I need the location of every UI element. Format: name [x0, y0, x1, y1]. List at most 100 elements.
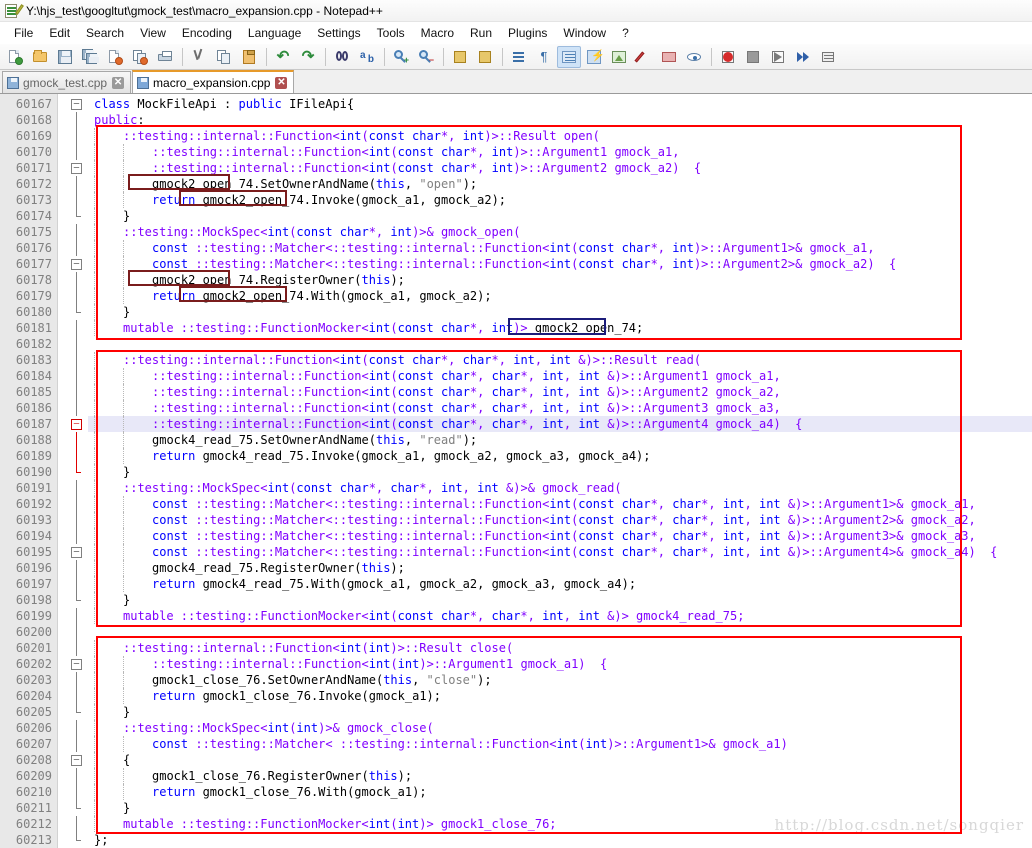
- fold-marker[interactable]: [68, 144, 88, 160]
- fold-marker[interactable]: [68, 224, 88, 240]
- fold-marker[interactable]: [68, 128, 88, 144]
- fold-marker[interactable]: [68, 704, 88, 720]
- bookmark-slot[interactable]: [58, 512, 68, 528]
- fold-marker[interactable]: [68, 720, 88, 736]
- code-line[interactable]: return gmock1_close_76.Invoke(gmock_a1);: [88, 688, 1032, 704]
- code-line[interactable]: gmock1_close_76.RegisterOwner(this);: [88, 768, 1032, 784]
- fold-marker[interactable]: –: [68, 544, 88, 560]
- fold-marker[interactable]: [68, 176, 88, 192]
- new-file-icon[interactable]: [3, 46, 27, 68]
- bookmark-slot[interactable]: [58, 272, 68, 288]
- zoom-out-icon[interactable]: −: [414, 46, 438, 68]
- bookmark-slot[interactable]: [58, 608, 68, 624]
- bookmark-slot[interactable]: [58, 816, 68, 832]
- show-all-characters-icon[interactable]: ¶: [532, 46, 556, 68]
- bookmark-slot[interactable]: [58, 832, 68, 848]
- bookmark-slot[interactable]: [58, 336, 68, 352]
- bookmark-slot[interactable]: [58, 624, 68, 640]
- fold-marker[interactable]: [68, 304, 88, 320]
- fold-marker[interactable]: –: [68, 160, 88, 176]
- close-icon[interactable]: ✕: [112, 76, 125, 89]
- sync-vertical-scroll-icon[interactable]: [448, 46, 472, 68]
- fold-marker[interactable]: [68, 496, 88, 512]
- code-line[interactable]: ::testing::MockSpec<int(const char*, cha…: [88, 480, 1032, 496]
- code-line[interactable]: const ::testing::Matcher<::testing::inte…: [88, 240, 1032, 256]
- code-line[interactable]: gmock2_open_74.SetOwnerAndName(this, "op…: [88, 176, 1032, 192]
- function-list-icon[interactable]: [632, 46, 656, 68]
- menu-edit[interactable]: Edit: [41, 24, 78, 42]
- code-line[interactable]: }: [88, 464, 1032, 480]
- word-wrap-icon[interactable]: [507, 46, 531, 68]
- menu-tools[interactable]: Tools: [369, 24, 413, 42]
- code-line[interactable]: [88, 336, 1032, 352]
- menu-encoding[interactable]: Encoding: [174, 24, 240, 42]
- bookmark-slot[interactable]: [58, 224, 68, 240]
- fold-marker[interactable]: [68, 576, 88, 592]
- fold-marker[interactable]: –: [68, 656, 88, 672]
- code-line[interactable]: return gmock2_open_74.With(gmock_a1, gmo…: [88, 288, 1032, 304]
- fold-marker[interactable]: [68, 448, 88, 464]
- code-text-area[interactable]: class MockFileApi : public IFileApi{publ…: [88, 94, 1032, 848]
- bookmark-slot[interactable]: [58, 416, 68, 432]
- bookmark-slot[interactable]: [58, 160, 68, 176]
- menu-macro[interactable]: Macro: [413, 24, 462, 42]
- code-line[interactable]: ::testing::internal::Function<int(const …: [88, 384, 1032, 400]
- code-line[interactable]: ::testing::internal::Function<int(const …: [88, 352, 1032, 368]
- fold-marker[interactable]: [68, 800, 88, 816]
- fold-marker[interactable]: –: [68, 96, 88, 112]
- code-line[interactable]: return gmock1_close_76.With(gmock_a1);: [88, 784, 1032, 800]
- code-line[interactable]: return gmock4_read_75.With(gmock_a1, gmo…: [88, 576, 1032, 592]
- code-line[interactable]: gmock4_read_75.SetOwnerAndName(this, "re…: [88, 432, 1032, 448]
- bookmark-slot[interactable]: [58, 768, 68, 784]
- bookmark-slot[interactable]: [58, 576, 68, 592]
- code-line[interactable]: mutable ::testing::FunctionMocker<int(co…: [88, 320, 1032, 336]
- bookmark-slot[interactable]: [58, 560, 68, 576]
- fold-marker[interactable]: [68, 400, 88, 416]
- code-line[interactable]: ::testing::internal::Function<int(const …: [88, 144, 1032, 160]
- monitoring-icon[interactable]: [682, 46, 706, 68]
- save-icon[interactable]: [53, 46, 77, 68]
- code-line[interactable]: ::testing::internal::Function<int(const …: [88, 416, 1032, 432]
- code-line[interactable]: const ::testing::Matcher<::testing::inte…: [88, 544, 1032, 560]
- paste-icon[interactable]: [237, 46, 261, 68]
- sync-horizontal-scroll-icon[interactable]: [473, 46, 497, 68]
- fold-marker[interactable]: [68, 368, 88, 384]
- bookmark-slot[interactable]: [58, 240, 68, 256]
- bookmark-slot[interactable]: [58, 368, 68, 384]
- bookmark-slot[interactable]: [58, 592, 68, 608]
- bookmark-slot[interactable]: [58, 320, 68, 336]
- code-line[interactable]: ::testing::MockSpec<int(int)>& gmock_clo…: [88, 720, 1032, 736]
- code-line[interactable]: const ::testing::Matcher<::testing::inte…: [88, 256, 1032, 272]
- menu-window[interactable]: Window: [555, 24, 614, 42]
- save-all-icon[interactable]: [78, 46, 102, 68]
- bookmark-slot[interactable]: [58, 448, 68, 464]
- playback-macro-icon[interactable]: [766, 46, 790, 68]
- code-line[interactable]: }: [88, 208, 1032, 224]
- fold-marker[interactable]: [68, 560, 88, 576]
- bookmark-slot[interactable]: [58, 384, 68, 400]
- run-macro-multiple-times-icon[interactable]: [791, 46, 815, 68]
- menu-file[interactable]: File: [6, 24, 41, 42]
- document-map-icon[interactable]: [607, 46, 631, 68]
- folder-as-workspace-icon[interactable]: [657, 46, 681, 68]
- tab-macro-expansion-cpp[interactable]: macro_expansion.cpp ✕: [132, 70, 295, 93]
- bookmark-slot[interactable]: [58, 752, 68, 768]
- bookmark-slot[interactable]: [58, 672, 68, 688]
- cut-icon[interactable]: [187, 46, 211, 68]
- fold-marker[interactable]: [68, 832, 88, 848]
- menu-settings[interactable]: Settings: [309, 24, 368, 42]
- replace-icon[interactable]: ab: [355, 46, 379, 68]
- code-line[interactable]: }: [88, 704, 1032, 720]
- fold-marker[interactable]: [68, 688, 88, 704]
- undo-icon[interactable]: ↶: [271, 46, 295, 68]
- code-line[interactable]: const ::testing::Matcher<::testing::inte…: [88, 512, 1032, 528]
- bookmark-slot[interactable]: [58, 640, 68, 656]
- bookmark-slot[interactable]: [58, 480, 68, 496]
- fold-marker[interactable]: [68, 592, 88, 608]
- fold-marker[interactable]: [68, 240, 88, 256]
- fold-marker[interactable]: [68, 528, 88, 544]
- bookmark-slot[interactable]: [58, 192, 68, 208]
- bookmark-slot[interactable]: [58, 304, 68, 320]
- code-line[interactable]: }: [88, 592, 1032, 608]
- copy-icon[interactable]: [212, 46, 236, 68]
